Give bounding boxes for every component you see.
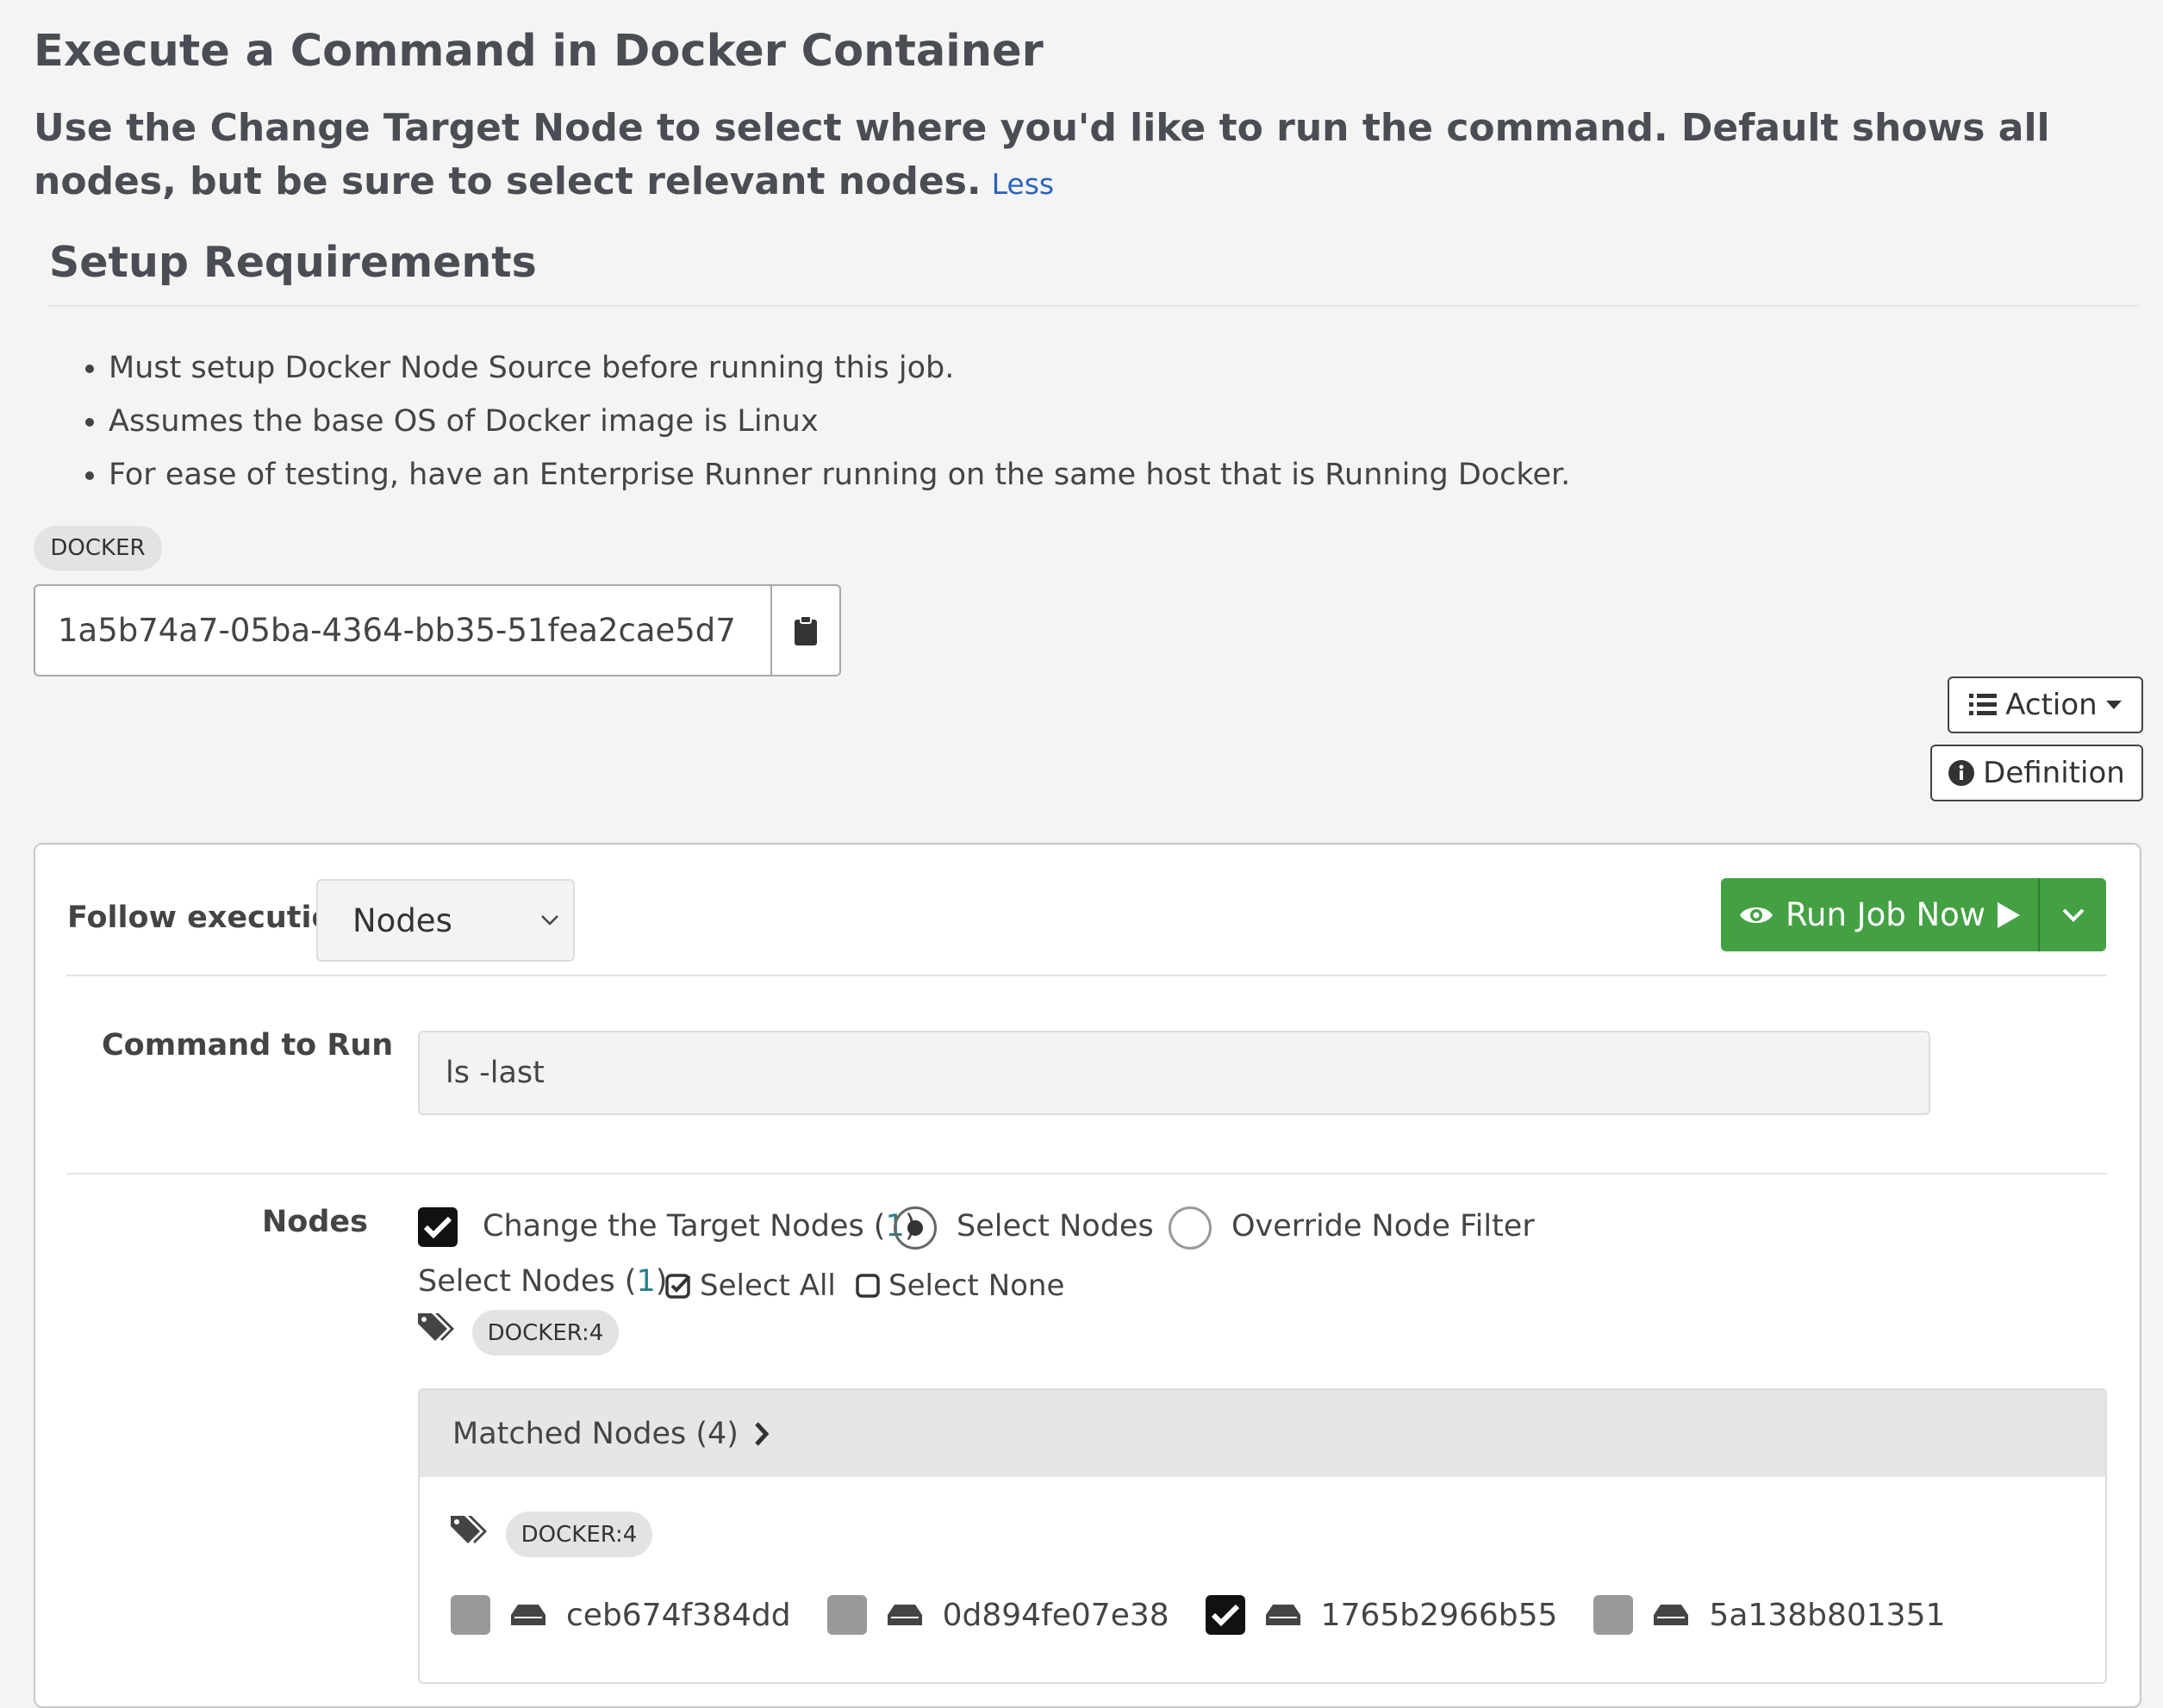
list-item: 1765b2966b55 — [1205, 1595, 1558, 1635]
play-icon — [1998, 901, 2021, 928]
chevron-right-icon — [755, 1421, 770, 1446]
node-checkbox[interactable] — [826, 1595, 867, 1635]
square-icon — [856, 1274, 880, 1298]
node-name: 1765b2966b55 — [1320, 1597, 1558, 1633]
server-icon — [511, 1605, 545, 1625]
action-label: Action — [2005, 688, 2098, 722]
definition-button[interactable]: Definition — [1930, 745, 2143, 801]
page-title: Execute a Command in Docker Container — [34, 26, 1044, 77]
list-item: For ease of testing, have an Enterprise … — [109, 448, 1570, 502]
change-target-checkbox[interactable] — [418, 1207, 458, 1247]
divider — [66, 975, 2107, 976]
tags-icon — [418, 1313, 454, 1341]
follow-execution-value: Nodes — [352, 901, 452, 939]
matched-nodes-label: Matched Nodes (4) — [452, 1416, 739, 1451]
action-dropdown[interactable]: Action — [1948, 676, 2143, 733]
server-icon — [1654, 1605, 1689, 1625]
node-filter-tag[interactable]: DOCKER:4 — [472, 1310, 619, 1356]
caret-down-icon — [2105, 701, 2122, 709]
run-job-now-label: Run Job Now — [1785, 896, 1986, 933]
info-icon — [1948, 760, 1975, 786]
less-link[interactable]: Less — [992, 167, 1055, 201]
clipboard-icon — [795, 614, 817, 645]
list-item: Assumes the base OS of Docker image is L… — [109, 395, 1570, 448]
list-icon — [1969, 694, 1998, 715]
run-options-toggle[interactable] — [2040, 878, 2106, 951]
follow-execution-label: Follow execution — [67, 901, 354, 935]
change-target-text: Change the Target Nodes ( — [483, 1209, 886, 1244]
select-nodes-count: 1 — [636, 1264, 656, 1299]
requirements-list: Must setup Docker Node Source before run… — [78, 341, 1570, 502]
check-icon — [423, 1216, 452, 1238]
select-nodes-text: Select Nodes ( — [418, 1264, 637, 1299]
definition-label: Definition — [1983, 756, 2125, 790]
copy-button[interactable] — [770, 586, 839, 675]
override-filter-label: Override Node Filter — [1231, 1209, 1535, 1244]
node-list: ceb674f384dd 0d894fe07e38 1765b2966b55 5… — [451, 1595, 1945, 1635]
node-checkbox[interactable] — [1593, 1595, 1634, 1635]
command-label: Command to Run — [102, 1028, 394, 1063]
server-icon — [887, 1605, 922, 1625]
select-none-link[interactable]: Select None — [856, 1269, 1064, 1303]
node-checkbox[interactable] — [1205, 1595, 1245, 1635]
node-checkbox[interactable] — [451, 1595, 490, 1635]
change-target-label: Change the Target Nodes (1) — [483, 1209, 916, 1244]
node-name: 5a138b801351 — [1709, 1597, 1946, 1633]
matched-tag[interactable]: DOCKER:4 — [506, 1512, 652, 1557]
divider — [49, 305, 2139, 307]
select-all-label: Select All — [700, 1269, 836, 1303]
run-job-now-main[interactable]: Run Job Now — [1721, 878, 2038, 951]
check-square-icon — [665, 1274, 691, 1299]
node-name: 0d894fe07e38 — [942, 1597, 1169, 1633]
list-item: Must setup Docker Node Source before run… — [109, 341, 1570, 395]
select-nodes-radio-label: Select Nodes — [957, 1209, 1154, 1244]
matched-nodes-header[interactable]: Matched Nodes (4) — [418, 1388, 2107, 1477]
select-all-link[interactable]: Select All — [665, 1269, 836, 1303]
select-nodes-radio[interactable] — [894, 1206, 937, 1250]
list-item: 0d894fe07e38 — [826, 1595, 1169, 1635]
tags-icon — [451, 1516, 487, 1543]
nodes-label: Nodes — [262, 1205, 368, 1239]
select-nodes-count-label: Select Nodes (1) — [418, 1264, 668, 1299]
page-description: Use the Change Target Node to select whe… — [34, 102, 2128, 211]
list-item: 5a138b801351 — [1593, 1595, 1945, 1635]
server-icon — [1265, 1605, 1300, 1625]
chevron-down-icon — [2062, 908, 2084, 922]
divider — [66, 1173, 2107, 1175]
node-name: ceb674f384dd — [566, 1597, 791, 1633]
eye-icon — [1739, 907, 1773, 923]
matched-nodes-body — [418, 1477, 2107, 1684]
docker-tag[interactable]: DOCKER — [34, 526, 162, 570]
job-uuid-value: 1a5b74a7-05ba-4364-bb35-51fea2cae5d7 — [58, 612, 736, 649]
run-job-now-button[interactable]: Run Job Now — [1721, 878, 2106, 951]
setup-heading: Setup Requirements — [49, 238, 537, 287]
follow-execution-select[interactable]: Nodes — [316, 879, 575, 962]
chevron-down-icon — [541, 915, 558, 926]
job-uuid-field: 1a5b74a7-05ba-4364-bb35-51fea2cae5d7 — [34, 584, 841, 676]
list-item: ceb674f384dd — [451, 1595, 791, 1635]
override-filter-radio[interactable] — [1169, 1206, 1212, 1250]
select-none-label: Select None — [888, 1269, 1065, 1303]
command-input[interactable]: ls -last — [418, 1031, 1930, 1115]
check-icon — [1211, 1604, 1239, 1626]
